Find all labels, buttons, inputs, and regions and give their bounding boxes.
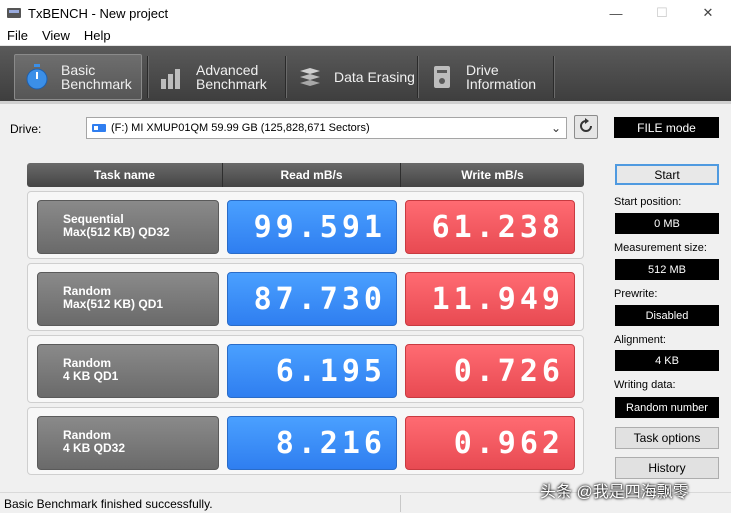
history-button[interactable]: History bbox=[615, 457, 719, 479]
tab-bar: Basic Benchmark Advanced Benchmark Data Er… bbox=[0, 46, 731, 104]
tab-label: Information bbox=[466, 76, 537, 92]
alignment-label: Alignment: bbox=[614, 334, 666, 346]
result-row: Random 4 KB QD32 8.216 0.962 bbox=[27, 407, 584, 475]
result-row: Random Max(512 KB) QD1 87.730 11.949 bbox=[27, 263, 584, 331]
window-title: TxBENCH - New project bbox=[28, 5, 169, 21]
write-value: 0.962 bbox=[405, 416, 575, 470]
tab-drive-information[interactable]: Drive Information bbox=[420, 54, 550, 100]
maximize-button[interactable]: ☐ bbox=[639, 0, 685, 26]
header-task-name: Task name bbox=[27, 163, 223, 187]
task-button[interactable]: Random 4 KB QD1 bbox=[37, 344, 219, 398]
read-value: 8.216 bbox=[227, 416, 397, 470]
prewrite-label: Prewrite: bbox=[614, 288, 658, 300]
result-row: Sequential Max(512 KB) QD32 99.591 61.238 bbox=[27, 191, 584, 259]
task-button[interactable]: Random Max(512 KB) QD1 bbox=[37, 272, 219, 326]
close-button[interactable]: ✕ bbox=[685, 0, 731, 26]
prewrite-value[interactable]: Disabled bbox=[615, 305, 719, 326]
bar-chart-icon bbox=[158, 63, 186, 91]
task-button[interactable]: Random 4 KB QD32 bbox=[37, 416, 219, 470]
result-row: Random 4 KB QD1 6.195 0.726 bbox=[27, 335, 584, 403]
start-button[interactable]: Start bbox=[615, 164, 719, 185]
header-write: Write mB/s bbox=[461, 168, 524, 182]
results-header: Task name Read mB/s Write mB/s bbox=[27, 163, 584, 187]
tab-label: Benchmark bbox=[61, 76, 132, 92]
task-name-line: Random bbox=[63, 284, 111, 298]
tab-data-erasing[interactable]: Data Erasing bbox=[288, 54, 418, 100]
start-position-label: Start position: bbox=[614, 196, 682, 208]
tab-label: Benchmark bbox=[196, 76, 267, 92]
writing-data-label: Writing data: bbox=[614, 379, 676, 391]
writing-data-value[interactable]: Random number bbox=[615, 397, 719, 418]
stopwatch-icon bbox=[23, 63, 51, 91]
menu-bar: File View Help bbox=[0, 26, 731, 46]
usb-drive-icon bbox=[91, 121, 107, 135]
read-value: 6.195 bbox=[227, 344, 397, 398]
task-name-line: Max(512 KB) QD32 bbox=[63, 225, 170, 239]
write-value: 61.238 bbox=[405, 200, 575, 254]
tab-label: Data Erasing bbox=[334, 69, 415, 85]
chevron-down-icon: ⌄ bbox=[550, 121, 561, 135]
tab-basic-benchmark[interactable]: Basic Benchmark bbox=[14, 54, 142, 100]
measurement-size-label: Measurement size: bbox=[614, 242, 707, 254]
task-name-line: Sequential bbox=[63, 212, 124, 226]
task-name-line: 4 KB QD32 bbox=[63, 441, 126, 455]
eraser-icon bbox=[296, 63, 324, 91]
header-read: Read mB/s bbox=[223, 163, 401, 187]
read-value: 99.591 bbox=[227, 200, 397, 254]
start-position-value[interactable]: 0 MB bbox=[615, 213, 719, 234]
drive-select-value: (F:) MI XMUP01QM 59.99 GB (125,828,671 S… bbox=[111, 122, 370, 134]
task-name-line: Random bbox=[63, 356, 111, 370]
menu-file[interactable]: File bbox=[0, 28, 35, 43]
task-name-line: Random bbox=[63, 428, 111, 442]
refresh-icon bbox=[578, 117, 594, 137]
refresh-button[interactable] bbox=[574, 115, 598, 139]
task-button[interactable]: Sequential Max(512 KB) QD32 bbox=[37, 200, 219, 254]
write-value: 11.949 bbox=[405, 272, 575, 326]
menu-view[interactable]: View bbox=[35, 28, 77, 43]
tab-advanced-benchmark[interactable]: Advanced Benchmark bbox=[150, 54, 280, 100]
drive-info-icon bbox=[428, 63, 456, 91]
watermark-text: 头条 @我是四海飘零 bbox=[540, 484, 689, 501]
file-mode-indicator: FILE mode bbox=[614, 117, 719, 138]
alignment-value[interactable]: 4 KB bbox=[615, 350, 719, 371]
task-options-button[interactable]: Task options bbox=[615, 427, 719, 449]
drive-select[interactable]: (F:) MI XMUP01QM 59.99 GB (125,828,671 S… bbox=[86, 117, 567, 139]
task-name-line: Max(512 KB) QD1 bbox=[63, 297, 164, 311]
task-name-line: 4 KB QD1 bbox=[63, 369, 119, 383]
app-icon bbox=[6, 5, 22, 21]
menu-help[interactable]: Help bbox=[77, 28, 118, 43]
read-value: 87.730 bbox=[227, 272, 397, 326]
status-text: Basic Benchmark finished successfully. bbox=[4, 497, 213, 511]
minimize-button[interactable]: — bbox=[593, 0, 639, 26]
write-value: 0.726 bbox=[405, 344, 575, 398]
measurement-size-value[interactable]: 512 MB bbox=[615, 259, 719, 280]
drive-label: Drive: bbox=[10, 122, 42, 136]
title-bar: TxBENCH - New project — ☐ ✕ bbox=[0, 0, 731, 26]
